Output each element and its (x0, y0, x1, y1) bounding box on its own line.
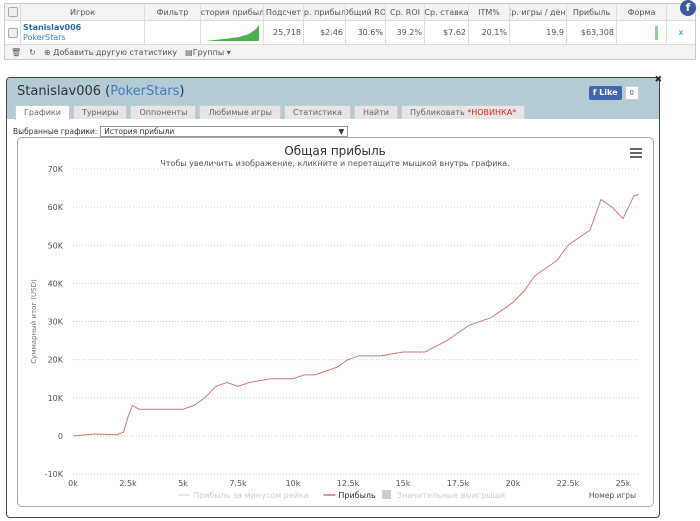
chart-title: Общая прибыль (284, 144, 385, 158)
legend-swatch (382, 490, 392, 499)
profit-sparkline (201, 21, 264, 44)
tab-publish[interactable]: Публиковать *НОВИНКА* (400, 105, 526, 119)
legend-item[interactable]: Прибыль (338, 491, 376, 500)
games-per-day-cell: 19.9 (510, 21, 567, 44)
avg-roi-cell: 39.2% (386, 21, 425, 44)
profit-chart[interactable]: Общая прибыль Чтобы увеличить изображение… (17, 137, 654, 507)
table-header: Игрок Фильтр История прибыли Подсчет Ср.… (5, 4, 695, 21)
x-axis-label: Номер игры (589, 491, 636, 500)
dropdown-arrow-icon: ▼ (338, 127, 345, 136)
player-graph-window: Stanislav006 (PokerStars) f Like 0 График… (6, 75, 662, 518)
table-row[interactable]: Stanislav006 PokerStars 25,718 $2.46 30.… (5, 21, 695, 45)
form-indicator (617, 21, 667, 44)
itm-cell: 20.1% (469, 21, 510, 44)
avg-stake-cell: $7.62 (425, 21, 469, 44)
y-tick-label: 70K (48, 165, 64, 174)
y-tick-label: 60K (48, 203, 64, 212)
col-form[interactable]: Форма (617, 4, 667, 20)
player-stats-table: Игрок Фильтр История прибыли Подсчет Ср.… (4, 3, 696, 60)
col-avg-profit[interactable]: Ср. прибыль (304, 4, 346, 20)
new-badge: *НОВИНКА* (467, 108, 517, 117)
col-player[interactable]: Игрок (21, 4, 145, 20)
graph-select-label: Выбранные графики: (13, 127, 98, 136)
x-tick-label: 17.5k (447, 479, 470, 488)
player-name-link[interactable]: Stanislav006 (23, 23, 81, 33)
col-games-per-day[interactable]: Ср. игры / день (510, 4, 567, 20)
tab-opponents[interactable]: Оппоненты (130, 105, 197, 119)
x-tick-label: 25k (616, 479, 631, 488)
col-history[interactable]: История прибыли (201, 4, 264, 20)
x-tick-label: 20k (506, 479, 521, 488)
add-stat-button[interactable]: ⊕ Добавить другую статистику (44, 48, 177, 57)
profit-line (72, 194, 639, 437)
remove-row-icon[interactable]: x (667, 21, 695, 44)
col-itm[interactable]: ITM% (469, 4, 510, 20)
network-link[interactable]: PokerStars (110, 84, 179, 99)
groups-label: Группы ▾ (192, 47, 231, 57)
refresh-icon[interactable]: ↻ (29, 48, 36, 57)
x-tick-label: 12.5k (337, 479, 360, 488)
x-tick-label: 7.5k (229, 479, 247, 488)
col-filter[interactable]: Фильтр (145, 4, 201, 20)
y-tick-label: -10K (45, 470, 64, 479)
tab-bar: Графики Турниры Оппоненты Любимые игры С… (15, 105, 526, 120)
like-count: 0 (624, 86, 639, 100)
y-tick-label: 10K (48, 394, 64, 403)
groups-button[interactable]: ▤Группы ▾ (185, 48, 231, 57)
y-tick-label: 50K (48, 241, 64, 250)
count-cell: 25,718 (264, 21, 304, 44)
legend-item[interactable]: Значительные выигрыши (397, 491, 505, 500)
fb-like-button[interactable]: f Like (588, 86, 622, 100)
tab-graphs[interactable]: Графики (15, 105, 70, 120)
y-tick-label: 20K (48, 356, 64, 365)
tab-statistics[interactable]: Статистика (283, 105, 351, 119)
y-tick-label: 0 (58, 432, 63, 441)
y-axis-label: Суммарный итог (USD) (30, 279, 38, 364)
x-tick-label: 5k (178, 479, 188, 488)
x-tick-label: 0k (68, 479, 78, 488)
y-tick-label: 30K (48, 318, 64, 327)
add-stat-label: Добавить другую статистику (53, 47, 178, 57)
close-icon[interactable]: ✖ (654, 75, 662, 85)
facebook-icon[interactable]: f (680, 0, 696, 16)
network-link[interactable]: PokerStars (23, 33, 66, 43)
col-avg-stake[interactable]: Ср. ставка (425, 4, 469, 20)
tab-favorite-games[interactable]: Любимые игры (199, 105, 281, 119)
graph-select[interactable]: История прибыли ▼ (100, 126, 349, 137)
x-tick-label: 22.5k (557, 479, 580, 488)
filter-cell (145, 21, 201, 44)
col-profit[interactable]: Прибыль (567, 4, 617, 20)
row-checkbox[interactable] (5, 21, 21, 44)
x-tick-label: 15k (396, 479, 411, 488)
profit-cell: $63,308 (567, 21, 617, 44)
total-roi-cell: 30.6% (346, 21, 386, 44)
tab-find[interactable]: Найти (353, 105, 398, 119)
col-total-roi[interactable]: Общий ROI (346, 4, 386, 20)
select-all-checkbox[interactable] (5, 4, 21, 20)
avg-profit-cell: $2.46 (304, 21, 346, 44)
y-tick-label: 40K (48, 279, 64, 288)
x-tick-label: 10k (286, 479, 301, 488)
chart-subtitle: Чтобы увеличить изображение, кликните и … (160, 159, 509, 168)
x-tick-label: 2.5k (119, 479, 137, 488)
tab-tournaments[interactable]: Турниры (72, 105, 128, 119)
menu-icon[interactable] (630, 148, 642, 158)
col-avg-roi[interactable]: Ср. ROI (386, 4, 425, 20)
legend-item[interactable]: Прибыль за минусом рейка (193, 491, 309, 500)
col-count[interactable]: Подсчет (264, 4, 304, 20)
trash-icon[interactable]: 🗑 (11, 48, 21, 57)
window-title: Stanislav006 (PokerStars) (17, 84, 185, 99)
table-footer: 🗑 ↻ ⊕ Добавить другую статистику ▤Группы… (5, 45, 695, 59)
